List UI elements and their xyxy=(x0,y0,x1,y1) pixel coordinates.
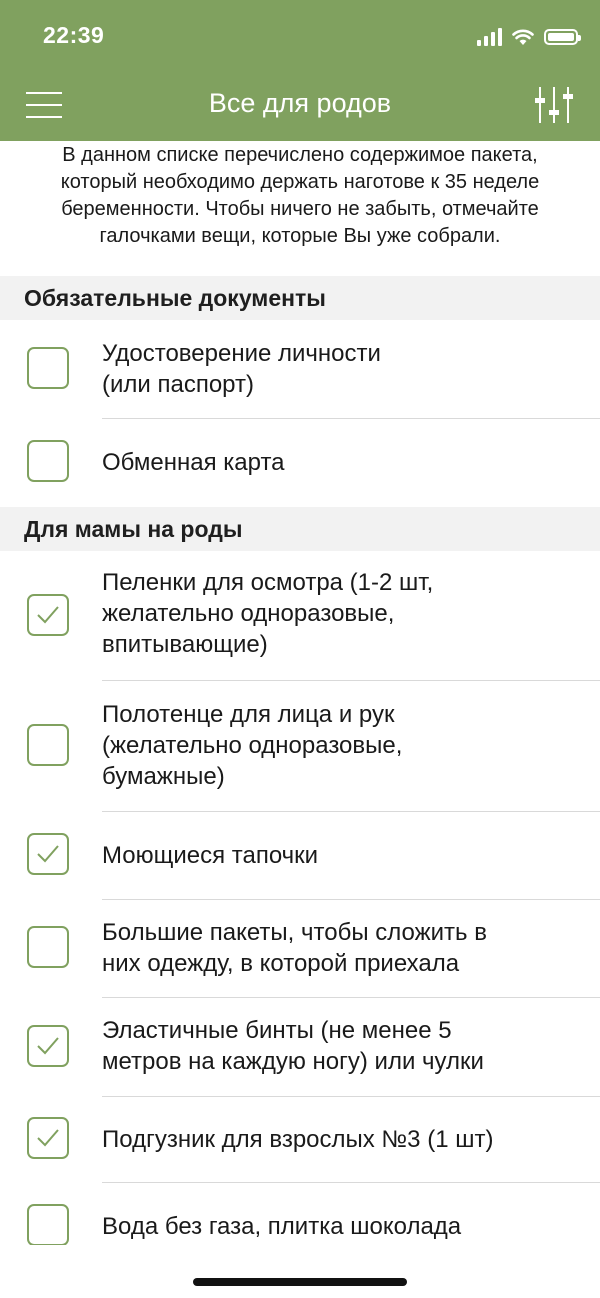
checklist-item[interactable]: Моющиеся тапочки xyxy=(0,812,600,900)
item-label: Полотенце для лица и рук (желательно одн… xyxy=(102,701,403,790)
checkbox[interactable] xyxy=(27,1204,69,1245)
intro-description: В данном списке перечислено содержимое п… xyxy=(60,144,540,247)
home-indicator[interactable] xyxy=(193,1278,407,1286)
item-label: Обменная карта xyxy=(102,449,285,476)
checkbox[interactable] xyxy=(27,1117,69,1159)
checklist-item[interactable]: Вода без газа, плитка шоколада xyxy=(0,1183,600,1245)
checklist-item[interactable]: Полотенце для лица и рук (желательно одн… xyxy=(0,681,600,812)
checkbox[interactable] xyxy=(27,347,69,389)
status-time: 22:39 xyxy=(43,22,105,48)
checklist-item[interactable]: Большие пакеты, чтобы сложить в них одеж… xyxy=(0,900,600,998)
navigation-bar: 22:39 Все для родов xyxy=(0,0,600,141)
checkbox[interactable] xyxy=(27,594,69,636)
item-label: Моющиеся тапочки xyxy=(102,842,319,869)
wifi-icon xyxy=(512,29,534,45)
checkmark-icon xyxy=(37,1129,59,1147)
cellular-signal-icon xyxy=(477,28,502,46)
checkmark-icon xyxy=(37,1037,59,1055)
checkmark-icon xyxy=(37,845,59,863)
section-header-for-mom: Для мамы на роды xyxy=(0,507,600,551)
checkbox[interactable] xyxy=(27,724,69,766)
checkbox[interactable] xyxy=(27,440,69,482)
page-title: Все для родов xyxy=(208,88,392,118)
item-label: Подгузник для взрослых №3 (1 шт) xyxy=(102,1126,494,1153)
checkmark-icon xyxy=(37,606,59,624)
item-label: Эластичные бинты (не менее 5 метров на к… xyxy=(102,1017,484,1075)
checkbox[interactable] xyxy=(27,833,69,875)
checklist-item[interactable]: Подгузник для взрослых №3 (1 шт) xyxy=(0,1097,600,1183)
item-label: Удостоверение личности (или паспорт) xyxy=(102,340,381,398)
checklist-item[interactable]: Удостоверение личности (или паспорт) xyxy=(0,320,600,419)
checklist-item[interactable]: Обменная карта xyxy=(0,419,600,507)
item-label: Большие пакеты, чтобы сложить в них одеж… xyxy=(102,919,487,977)
checkbox[interactable] xyxy=(27,1025,69,1067)
section-header-documents: Обязательные документы xyxy=(0,276,600,320)
item-label: Пеленки для осмотра (1-2 шт, желательно … xyxy=(102,569,434,658)
checklist-item[interactable]: Эластичные бинты (не менее 5 метров на к… xyxy=(0,998,600,1097)
status-icons xyxy=(477,24,581,50)
checklist-item[interactable]: Пеленки для осмотра (1-2 шт, желательно … xyxy=(0,551,600,681)
checkbox[interactable] xyxy=(27,926,69,968)
battery-icon xyxy=(544,29,581,45)
item-label: Вода без газа, плитка шоколада xyxy=(102,1213,462,1240)
filter-sliders-icon[interactable] xyxy=(534,86,574,124)
